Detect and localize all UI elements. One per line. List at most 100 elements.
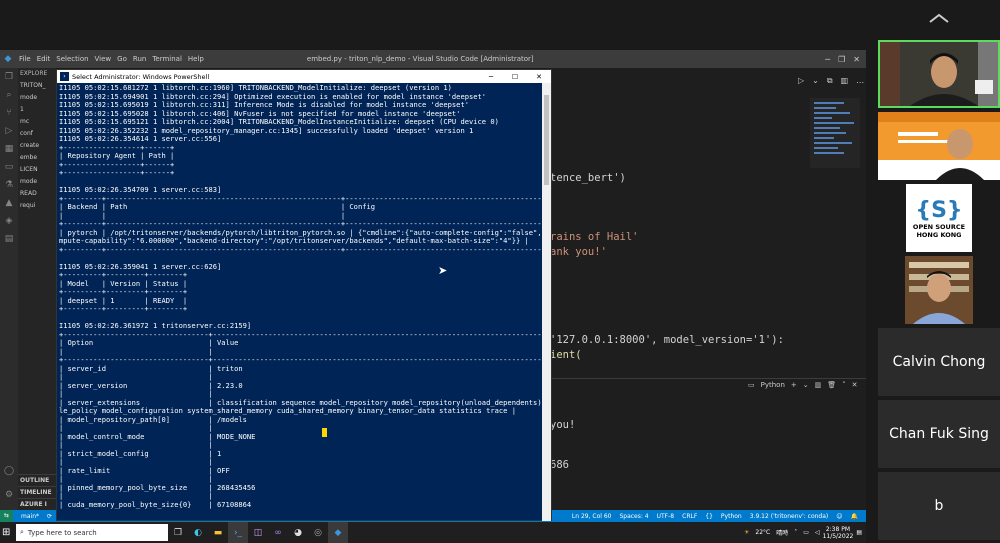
video-tile-slide-share[interactable] <box>878 112 1000 180</box>
powershell-scrollbar[interactable] <box>542 83 551 521</box>
zoom-taskbar-icon[interactable]: ◎ <box>308 522 328 543</box>
account-icon[interactable]: ◯ <box>0 462 18 480</box>
indentation[interactable]: Spaces: 4 <box>619 513 648 520</box>
python-interpreter[interactable]: 3.9.12 ('tritonenv': conda) <box>750 513 829 520</box>
powershell-console[interactable]: I1105 05:02:15.681272 1 libtorch.cc:1960… <box>57 83 544 521</box>
notes-icon[interactable]: ▤ <box>0 230 18 248</box>
file-explorer-icon[interactable]: ▬ <box>208 522 228 543</box>
menu-item[interactable]: Selection <box>56 55 88 63</box>
docker-icon[interactable]: ◈ <box>0 212 18 230</box>
vscode-taskbar-icon[interactable]: ◆ <box>328 522 348 543</box>
cursor-position[interactable]: Ln 29, Col 60 <box>572 513 612 520</box>
video-tile-osshk[interactable]: {S} OPEN SOURCE HONG KONG <box>878 184 1000 252</box>
more-icon[interactable]: … <box>856 76 864 86</box>
sql-icon[interactable]: ◫ <box>248 522 268 543</box>
explorer-item[interactable]: requi <box>18 200 56 212</box>
encoding[interactable]: UTF-8 <box>657 513 675 520</box>
chevron-down-icon[interactable]: ⌄ <box>812 76 819 86</box>
menu-item[interactable]: Go <box>117 55 127 63</box>
menu-item[interactable]: File <box>19 55 31 63</box>
code-line[interactable]: ank you!' <box>550 246 607 258</box>
explorer-item[interactable]: LICEN <box>18 164 56 176</box>
explorer-section[interactable]: TIMELINE <box>18 486 56 498</box>
code-line[interactable]: ient( <box>550 349 582 361</box>
task-view-icon[interactable]: ❐ <box>168 522 188 543</box>
panel-label[interactable]: Python <box>761 381 785 389</box>
code-line[interactable]: rains of Hail' <box>550 231 639 243</box>
clock[interactable]: 2:38 PM 11/5/2022 <box>823 526 854 540</box>
scrollbar-thumb[interactable] <box>544 95 549 185</box>
minimize-icon[interactable]: ─ <box>825 55 830 64</box>
video-tile-name[interactable]: b <box>878 472 1000 540</box>
sync-icon[interactable]: ⟳ <box>47 513 52 520</box>
testing-icon[interactable]: ⚗ <box>0 176 18 194</box>
ps-close-icon[interactable]: ✕ <box>527 73 551 81</box>
ps-minimize-icon[interactable]: ─ <box>479 73 503 81</box>
video-tile-participant[interactable] <box>878 256 1000 324</box>
explorer-item[interactable]: mc <box>18 116 56 128</box>
explorer-item[interactable]: READ <box>18 188 56 200</box>
source-control-icon[interactable]: ⑂ <box>0 104 18 122</box>
windows-start-icon[interactable]: ⊞ <box>2 527 10 538</box>
chevron-up-icon[interactable] <box>928 12 950 24</box>
split-editor-icon[interactable]: ▥ <box>841 76 849 86</box>
remote-icon[interactable]: ⇆ <box>0 510 14 522</box>
video-tile-name[interactable]: Chan Fuk Sing <box>878 400 1000 468</box>
powershell-window[interactable]: › Select Administrator: Windows PowerShe… <box>56 69 552 521</box>
code-line[interactable]: tence_bert') <box>550 172 626 184</box>
edge-icon[interactable]: ◐ <box>188 522 208 543</box>
minimap[interactable] <box>810 98 860 168</box>
video-tile-presenter[interactable] <box>878 40 1000 108</box>
menu-item[interactable]: Help <box>188 55 204 63</box>
close-panel-icon[interactable]: ✕ <box>852 381 858 389</box>
weather-label[interactable]: 晴時 <box>776 528 788 537</box>
explorer-section[interactable]: AZURE I <box>18 498 56 510</box>
explorer-item[interactable]: 1 <box>18 104 56 116</box>
notification-center-icon[interactable]: ▤ <box>856 529 862 536</box>
notifications-icon[interactable]: 🔔 <box>851 513 858 520</box>
chevron-down-icon[interactable]: ⌄ <box>803 381 809 389</box>
run-icon[interactable]: ▷ <box>798 76 804 86</box>
explorer-item[interactable]: mode <box>18 176 56 188</box>
code-line[interactable]: '127.0.0.1:8000', model_version='1'): <box>550 334 784 346</box>
taskbar-search-box[interactable]: ⌕ Type here to search <box>16 524 168 541</box>
explorer-section[interactable]: OUTLINE <box>18 474 56 486</box>
split-terminal-icon[interactable]: ▥ <box>815 381 822 389</box>
ps-maximize-icon[interactable]: ☐ <box>503 73 527 81</box>
remote-explorer-icon[interactable]: ▭ <box>0 158 18 176</box>
explorer-icon[interactable]: ❐ <box>0 68 18 86</box>
maximize-panel-icon[interactable]: ˄ <box>842 381 846 389</box>
network-icon[interactable]: ▭ <box>803 529 809 536</box>
menu-item[interactable]: Run <box>133 55 146 63</box>
explorer-item[interactable]: conf <box>18 128 56 140</box>
language-mode[interactable]: Python <box>721 513 742 520</box>
explorer-item[interactable]: embe <box>18 152 56 164</box>
git-branch[interactable]: main* <box>21 513 39 520</box>
terminal-panel[interactable]: ▭ Python + ⌄ ▥ 🗑 ˄ ✕ you! 686 <box>548 378 866 510</box>
volume-icon[interactable]: ◁ <box>815 529 820 536</box>
visual-studio-icon[interactable]: ∞ <box>268 522 288 543</box>
video-tile-name[interactable]: Calvin Chong <box>878 328 1000 396</box>
extensions-icon[interactable]: ▦ <box>0 140 18 158</box>
paint-icon[interactable]: ◕ <box>288 522 308 543</box>
explorer-item[interactable]: create <box>18 140 56 152</box>
trash-icon[interactable]: 🗑 <box>827 381 836 389</box>
compare-icon[interactable]: ⧉ <box>827 76 833 86</box>
line-ending[interactable]: CRLF <box>682 513 697 520</box>
run-debug-icon[interactable]: ▷ <box>0 122 18 140</box>
powershell-taskbar-icon[interactable]: ›_ <box>228 522 248 543</box>
weather-temp[interactable]: 22°C <box>755 529 770 536</box>
restore-icon[interactable]: ❐ <box>838 55 845 64</box>
close-icon[interactable]: ✕ <box>853 55 860 64</box>
add-terminal-icon[interactable]: + <box>791 381 797 389</box>
menu-item[interactable]: Edit <box>37 55 51 63</box>
search-icon[interactable]: ⌕ <box>0 86 18 104</box>
azure-icon[interactable]: ▲ <box>0 194 18 212</box>
code-editor[interactable]: ▷ ⌄ ⧉ ▥ … tence_bert') rains of Hail' an… <box>548 68 866 378</box>
explorer-item[interactable]: TRITON_ <box>18 80 56 92</box>
explorer-item[interactable]: mode <box>18 92 56 104</box>
menu-item[interactable]: View <box>95 55 112 63</box>
tray-overflow-icon[interactable]: ˄ <box>794 529 797 536</box>
feedback-icon[interactable]: ☺ <box>836 513 842 520</box>
settings-gear-icon[interactable]: ⚙ <box>0 486 18 504</box>
